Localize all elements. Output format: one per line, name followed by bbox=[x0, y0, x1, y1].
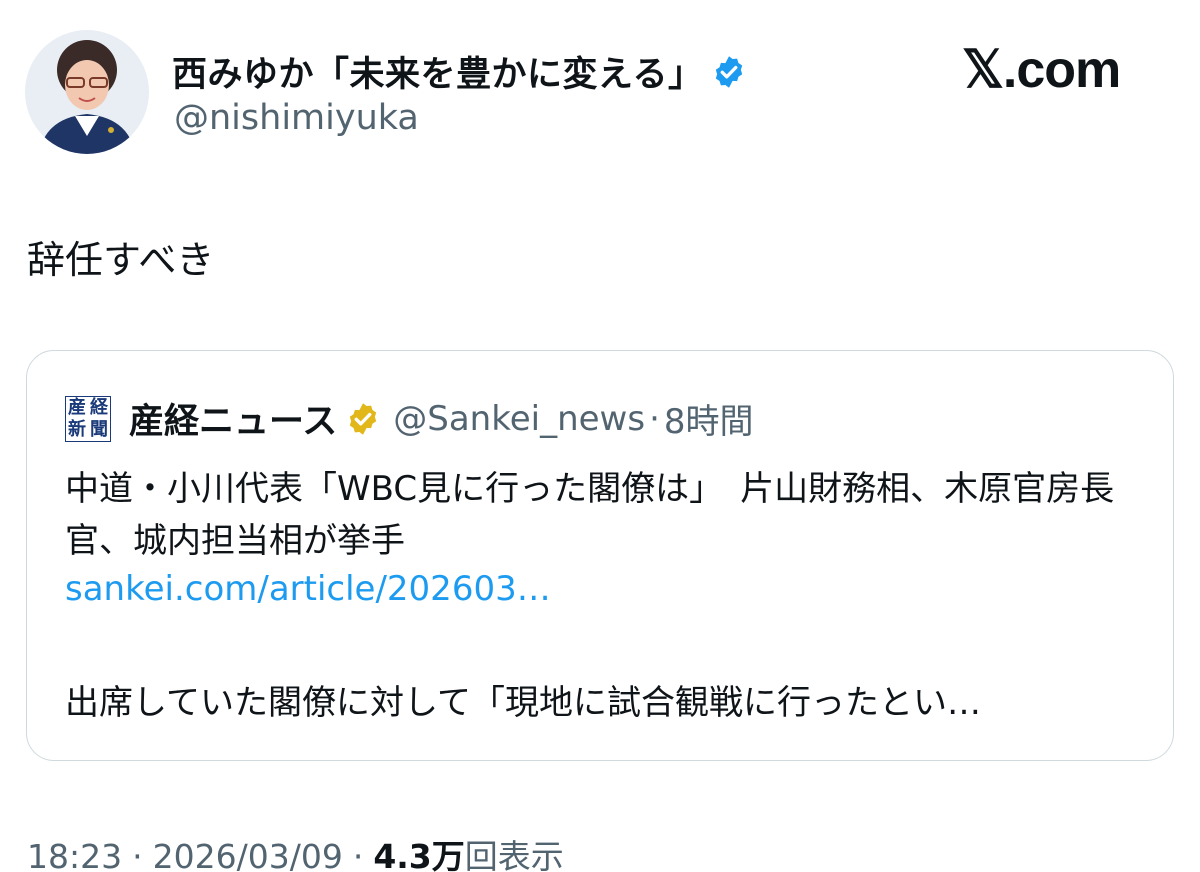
verified-badge-icon bbox=[716, 55, 743, 88]
author-handle[interactable]: @nishimiyuka bbox=[174, 98, 419, 138]
avatar-portrait bbox=[25, 30, 149, 154]
separator-dot: · bbox=[132, 837, 143, 872]
avatar[interactable] bbox=[25, 30, 149, 154]
sankei-logo[interactable]: 産 経 新 聞 bbox=[65, 395, 111, 442]
sankei-logo-char: 経 bbox=[90, 396, 108, 418]
tweet-meta: 18:23 · 2026/03/09 · 4.3万 回表示 bbox=[27, 830, 564, 872]
article-link[interactable]: sankei.com/article/202603… bbox=[65, 569, 551, 609]
gold-verified-badge-icon bbox=[350, 402, 377, 435]
sankei-logo-char: 聞 bbox=[90, 418, 108, 440]
quote-tweet-card[interactable]: 産 経 新 聞 産経ニュース @Sankei_news · 8時間 中道・小川代… bbox=[26, 350, 1174, 761]
views-label: 回表示 bbox=[464, 837, 564, 872]
tweet-time[interactable]: 18:23 bbox=[27, 837, 122, 872]
views-count: 4.3万 bbox=[373, 837, 465, 872]
separator-dot: · bbox=[649, 398, 660, 439]
quote-header: 産 経 新 聞 産経ニュース @Sankei_news · 8時間 bbox=[65, 393, 754, 444]
author-name-row: 西みゆか「未来を豊かに変える」 bbox=[172, 46, 747, 97]
x-logo[interactable]: 𝕏.com bbox=[962, 40, 1121, 100]
quote-excerpt: 出席していた閣僚に対して「現地に試合観戦に行ったとい… bbox=[65, 683, 981, 723]
quote-text: 中道・小川代表「WBC見に行った閣僚は」 片山財務相、木原官房長官、城内担当相が… bbox=[65, 469, 1115, 561]
quote-author-handle[interactable]: @Sankei_news bbox=[393, 399, 645, 439]
author-name[interactable]: 西みゆか「未来を豊かに変える」 bbox=[172, 46, 703, 97]
sankei-logo-char: 産 bbox=[68, 396, 86, 418]
quote-author-name[interactable]: 産経ニュース bbox=[129, 393, 337, 444]
quote-timestamp[interactable]: 8時間 bbox=[664, 394, 754, 443]
tweet-screenshot: 西みゆか「未来を豊かに変える」 @nishimiyuka 𝕏.com 辞任すべき… bbox=[0, 0, 1200, 872]
tweet-date[interactable]: 2026/03/09 bbox=[153, 837, 343, 872]
separator-dot: · bbox=[352, 837, 364, 872]
sankei-logo-char: 新 bbox=[68, 418, 86, 440]
tweet-text: 辞任すべき bbox=[27, 238, 215, 282]
